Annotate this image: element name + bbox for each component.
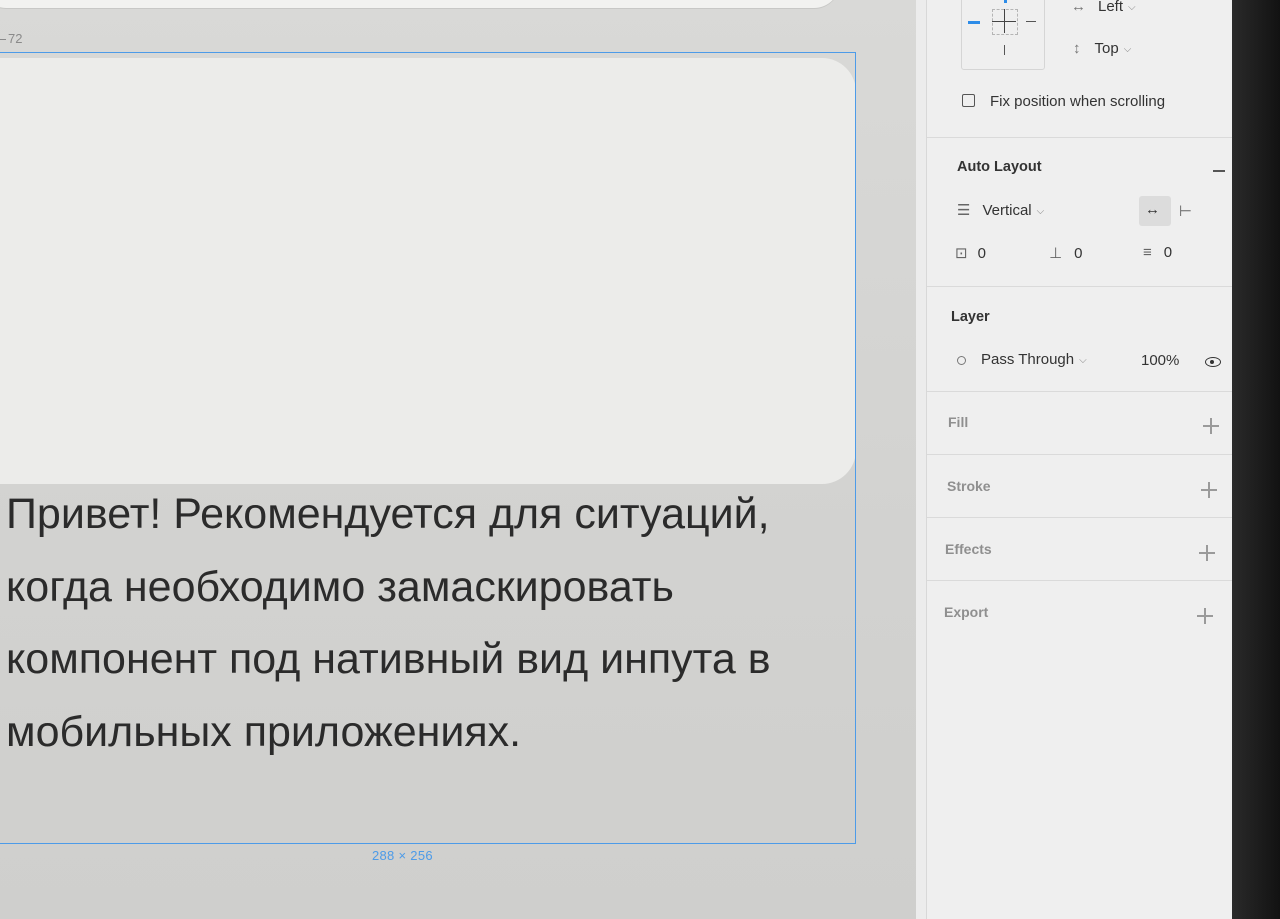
auto-layout-section: Auto Layout ☰ Vertical ⌵ ↔ ⊢ ⊡ 0 ⊥ 0 ≡ 0 — [927, 137, 1232, 286]
blend-mode-icon — [957, 356, 966, 365]
auto-layout-title: Auto Layout — [957, 159, 1042, 175]
constraints-v-line — [1004, 9, 1005, 33]
horizontal-constraint-select[interactable]: ↔ Left ⌵ — [1071, 0, 1136, 15]
figma-editor: 72 Привет! Рекомендуется для ситуаций, к… — [0, 0, 1232, 919]
chevron-down-icon: ⌵ — [1036, 205, 1045, 217]
constraint-top-handle[interactable] — [1004, 0, 1007, 3]
fill-section: Fill — [927, 391, 1232, 454]
add-export-icon[interactable] — [1197, 608, 1213, 624]
padding-vertical-icon: ≡ — [1143, 244, 1152, 261]
padding-horizontal-value: 0 — [1074, 245, 1083, 262]
stroke-title: Stroke — [947, 478, 991, 494]
frame-label-text: 72 — [8, 31, 23, 46]
export-section: Export — [927, 580, 1232, 643]
chevron-down-icon: ⌵ — [1123, 43, 1132, 55]
previous-card[interactable] — [0, 0, 840, 8]
eye-icon[interactable] — [1205, 357, 1221, 367]
constraint-left-handle[interactable] — [968, 21, 980, 24]
frame-label-dash — [0, 39, 6, 41]
constraint-right-handle[interactable] — [1026, 21, 1036, 22]
add-stroke-icon[interactable] — [1201, 482, 1217, 498]
blend-mode-value: Pass Through — [981, 351, 1075, 368]
padding-vertical-value: 0 — [1163, 244, 1173, 261]
frame-label[interactable]: 72 — [0, 31, 22, 46]
chevron-down-icon: ⌵ — [1079, 354, 1087, 366]
effects-title: Effects — [945, 541, 992, 557]
vertical-constraint-select[interactable]: ↕ Top ⌵ — [1073, 40, 1131, 57]
layer-title: Layer — [951, 309, 990, 325]
hug-contents-button[interactable]: ↔ — [1139, 196, 1171, 226]
layer-section: Layer Pass Through ⌵ 100% — [927, 286, 1232, 391]
horizontal-constraint-value: Left — [1098, 0, 1124, 15]
opacity-field[interactable]: 100% — [1141, 352, 1179, 369]
blend-mode-select[interactable]: Pass Through ⌵ — [981, 351, 1087, 368]
vertical-constraint-value: Top — [1094, 40, 1119, 57]
monitor-bezel — [1232, 0, 1280, 919]
vertical-arrows-icon: ↕ — [1073, 40, 1081, 57]
padding-vertical-field[interactable]: ≡ 0 — [1143, 244, 1172, 261]
constraints-widget[interactable] — [961, 0, 1045, 70]
vertical-direction-icon: ☰ — [957, 202, 971, 219]
fixed-width-icon[interactable]: ⊢ — [1179, 202, 1192, 220]
dimension-badge: 288 × 256 — [372, 848, 433, 863]
export-title: Export — [944, 604, 989, 620]
remove-auto-layout-icon[interactable] — [1213, 170, 1225, 172]
selected-text-layer[interactable]: Привет! Рекомендуется для ситуаций, когд… — [6, 478, 826, 768]
fix-position-checkbox[interactable] — [962, 94, 975, 107]
horizontal-arrows-icon: ↔ — [1071, 0, 1086, 15]
stroke-section: Stroke — [927, 454, 1232, 517]
design-canvas[interactable]: 72 Привет! Рекомендуется для ситуаций, к… — [0, 0, 916, 919]
direction-select[interactable]: ☰ Vertical ⌵ — [957, 201, 1044, 219]
design-panel: ↔ Left ⌵ ↕ Top ⌵ Fix position when scrolling… — [926, 0, 1232, 919]
constraint-bottom-handle[interactable] — [1004, 45, 1005, 55]
horizontal-resize-icon: ↔ — [1145, 201, 1160, 218]
effects-section: Effects — [927, 517, 1232, 580]
spacing-field[interactable]: ⊡ 0 — [955, 244, 986, 262]
add-fill-icon[interactable] — [1203, 418, 1219, 434]
fix-position-label[interactable]: Fix position when scrolling — [990, 93, 1165, 110]
add-effect-icon[interactable] — [1199, 545, 1215, 561]
padding-horizontal-field[interactable]: ⊥ 0 — [1049, 244, 1082, 262]
padding-horizontal-icon: ⊥ — [1049, 245, 1063, 262]
chevron-down-icon: ⌵ — [1128, 1, 1136, 13]
direction-value: Vertical — [982, 202, 1032, 219]
constraints-widget-frame — [992, 9, 1018, 35]
fill-title: Fill — [948, 414, 969, 430]
spacing-icon: ⊡ — [955, 245, 968, 262]
spacing-value: 0 — [977, 245, 986, 262]
